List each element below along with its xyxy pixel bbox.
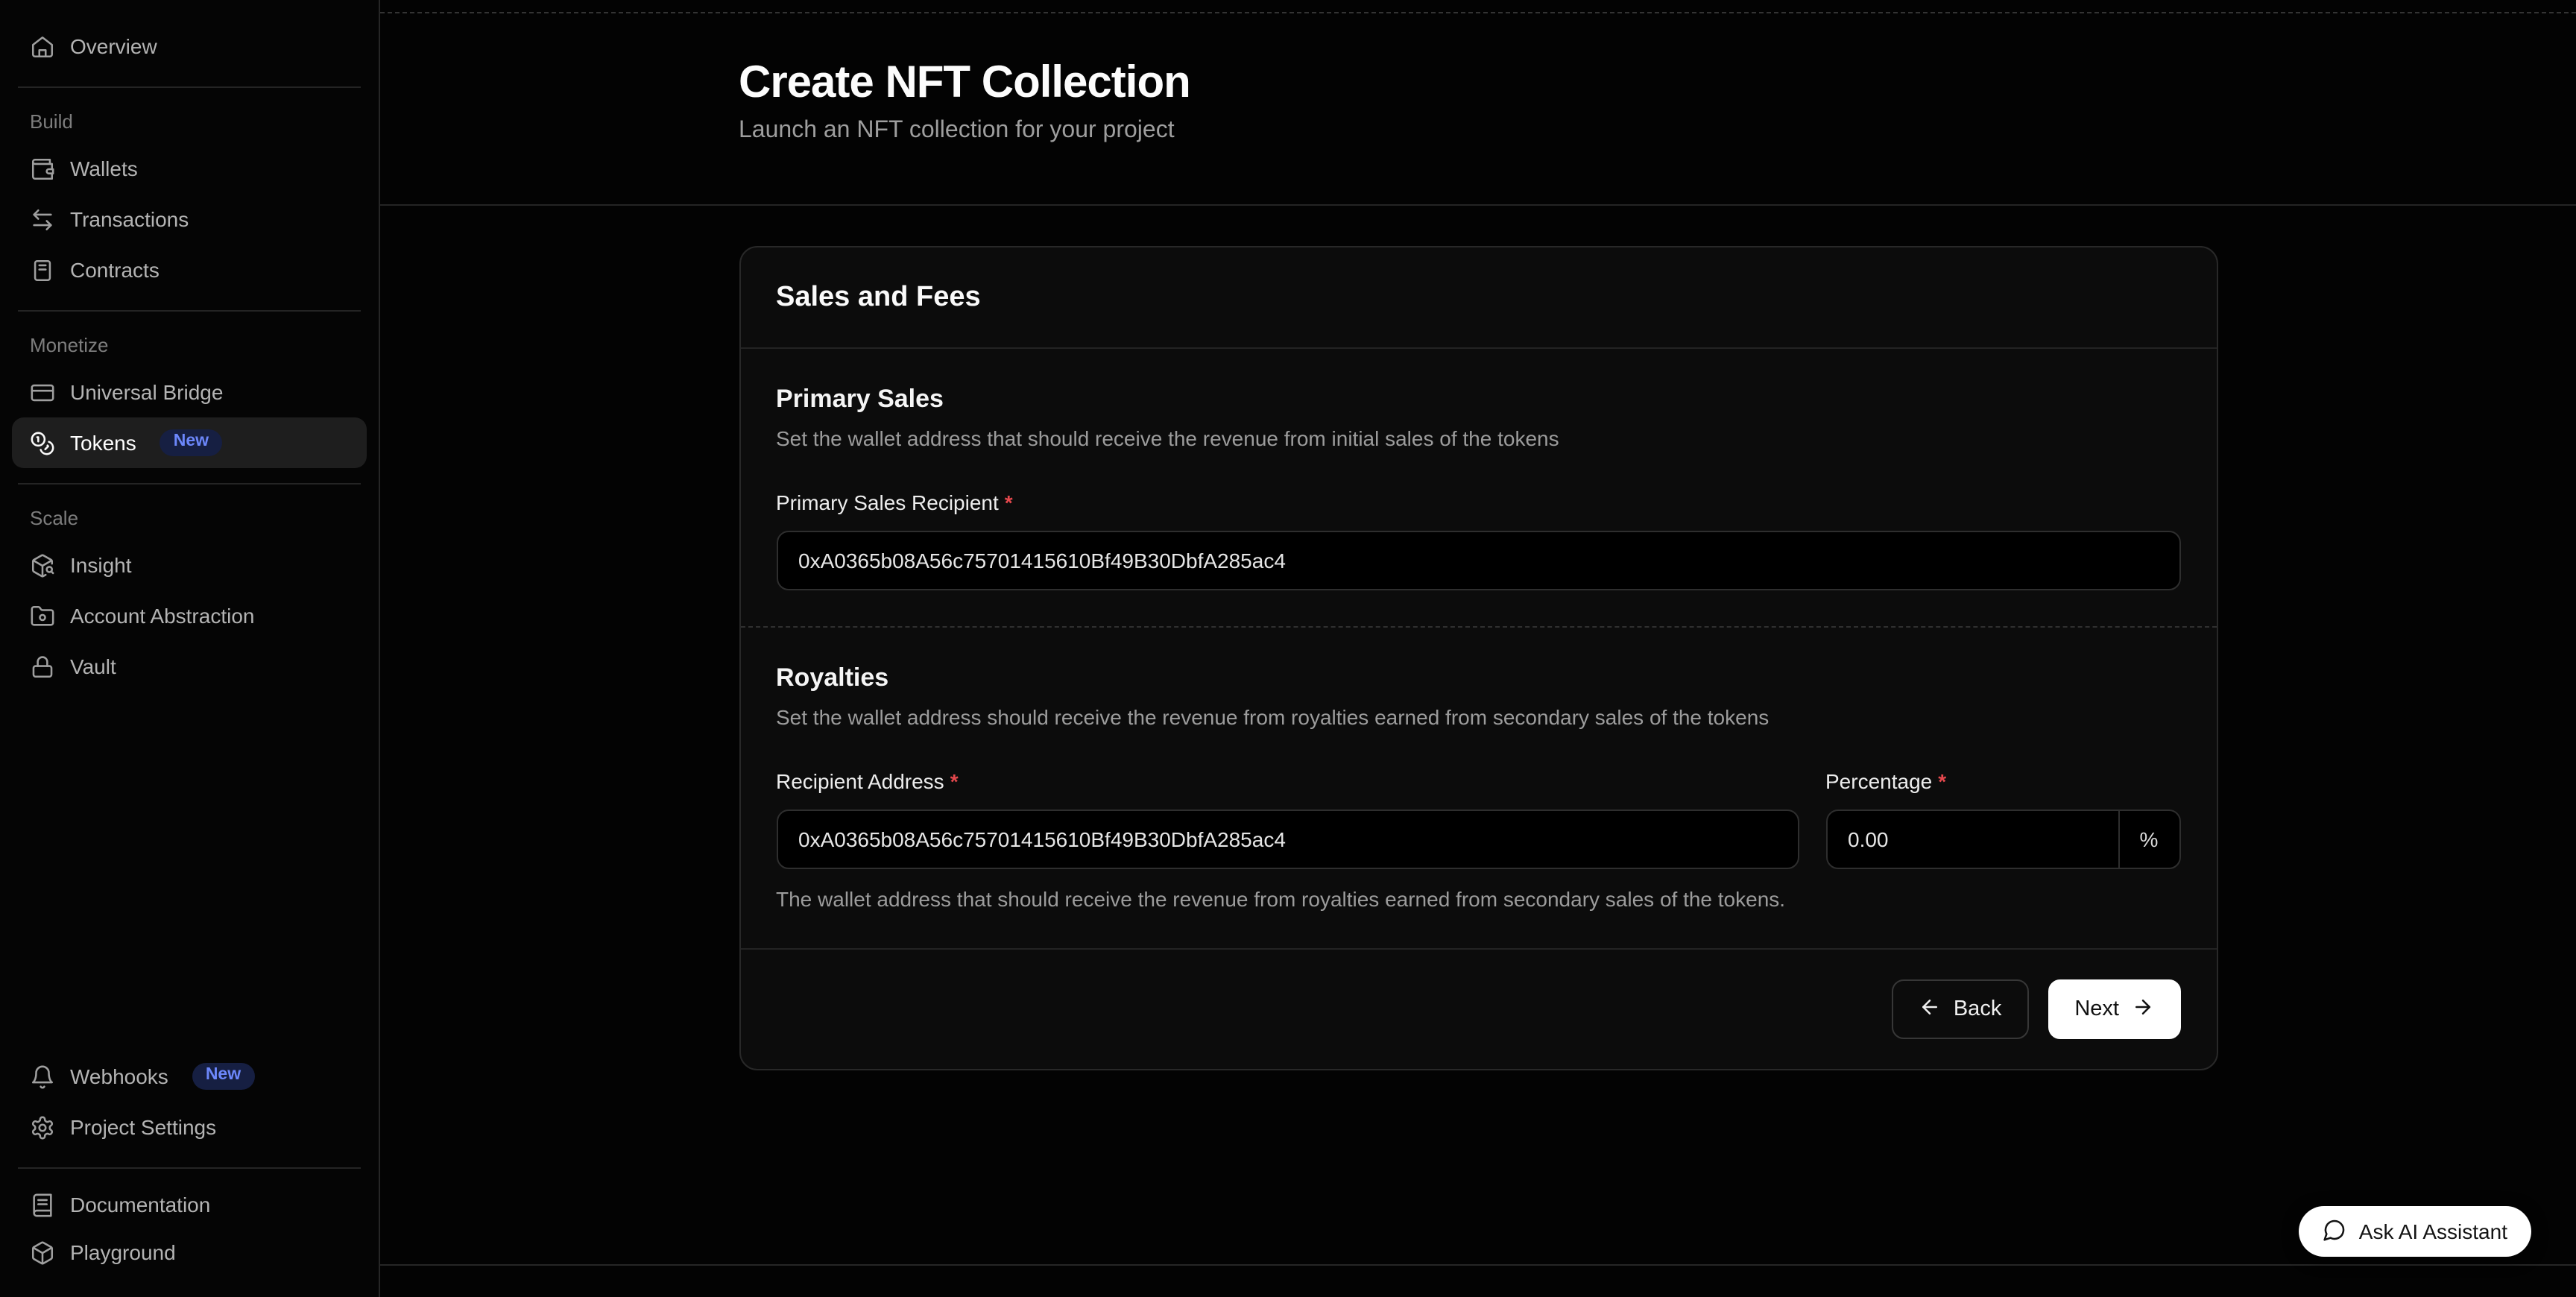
main-content: Create NFT Collection Launch an NFT coll…: [380, 0, 2576, 1297]
sidebar-item-label: Project Settings: [70, 1115, 216, 1139]
sidebar-item-account-abstraction[interactable]: Account Abstraction: [12, 590, 367, 641]
arrow-right-icon: [2131, 996, 2153, 1023]
sidebar-item-overview[interactable]: Overview: [12, 21, 367, 72]
sidebar-item-label: Webhooks: [70, 1064, 168, 1088]
new-badge: New: [192, 1062, 254, 1091]
sidebar-item-label: Universal Bridge: [70, 380, 223, 404]
book-icon: [30, 1192, 55, 1217]
page-header: Create NFT Collection Launch an NFT coll…: [380, 13, 2576, 206]
back-button[interactable]: Back: [1892, 979, 2029, 1039]
transactions-icon: [30, 206, 55, 232]
coins-icon: [30, 430, 55, 455]
sidebar-item-insight[interactable]: Insight: [12, 540, 367, 590]
primary-sales-recipient-input[interactable]: [776, 531, 2180, 590]
royalties-heading: Royalties: [776, 663, 2180, 693]
royalties-percentage-field: %: [1825, 810, 2180, 869]
sidebar-item-project-settings[interactable]: Project Settings: [12, 1102, 367, 1152]
bridge-card-icon: [30, 379, 55, 405]
sidebar-divider: [18, 1167, 361, 1169]
bell-icon: [30, 1064, 55, 1089]
card-footer: Back Next: [740, 948, 2216, 1069]
sidebar-item-label: Insight: [70, 553, 132, 577]
gear-icon: [30, 1114, 55, 1140]
royalties-percentage-input[interactable]: [1827, 811, 2118, 868]
royalties-recipient-label: Recipient Address *: [776, 769, 1799, 795]
sidebar-item-wallets[interactable]: Wallets: [12, 143, 367, 194]
sales-and-fees-card: Sales and Fees Primary Sales Set the wal…: [739, 246, 2217, 1070]
wallet-icon: [30, 156, 55, 181]
sidebar-item-label: Transactions: [70, 207, 189, 231]
arrow-left-icon: [1919, 996, 1942, 1023]
chat-bubble-icon: [2323, 1217, 2347, 1246]
sidebar-divider: [18, 310, 361, 312]
page-subtitle: Launch an NFT collection for your projec…: [739, 115, 2217, 148]
sidebar-section-build: Build: [12, 110, 367, 133]
primary-sales-section: Primary Sales Set the wallet address tha…: [740, 349, 2216, 628]
required-asterisk: *: [1938, 769, 1946, 795]
sidebar-item-playground[interactable]: Playground: [12, 1228, 367, 1276]
percent-suffix: %: [2119, 811, 2179, 868]
sidebar-item-label: Vault: [70, 654, 116, 678]
sidebar-item-label: Documentation: [70, 1193, 210, 1216]
cube-icon: [30, 1240, 55, 1265]
sidebar-item-label: Contracts: [70, 258, 160, 282]
required-asterisk: *: [950, 769, 959, 795]
sidebar-item-documentation[interactable]: Documentation: [12, 1181, 367, 1228]
royalties-description: Set the wallet address should receive th…: [776, 705, 2180, 730]
sidebar-item-label: Playground: [70, 1240, 176, 1264]
sidebar-section-scale: Scale: [12, 507, 367, 529]
royalties-helper-text: The wallet address that should receive t…: [776, 887, 1799, 912]
new-badge: New: [160, 429, 222, 457]
sidebar-spacer: [12, 692, 367, 1051]
sidebar-item-vault[interactable]: Vault: [12, 641, 367, 692]
lock-icon: [30, 654, 55, 679]
sidebar-item-label: Account Abstraction: [70, 604, 255, 628]
sidebar-divider: [18, 483, 361, 485]
home-icon: [30, 34, 55, 59]
sidebar-item-universal-bridge[interactable]: Universal Bridge: [12, 367, 367, 417]
royalties-percentage-label: Percentage *: [1825, 769, 2180, 795]
royalties-section: Royalties Set the wallet address should …: [740, 628, 2216, 948]
page-title: Create NFT Collection: [739, 58, 2217, 109]
sidebar-section-monetize: Monetize: [12, 334, 367, 356]
folder-icon: [30, 603, 55, 628]
contract-icon: [30, 257, 55, 283]
primary-sales-description: Set the wallet address that should recei…: [776, 426, 2180, 452]
sidebar-divider: [18, 86, 361, 88]
sidebar-item-label: Wallets: [70, 157, 138, 180]
sidebar-item-label: Tokens: [70, 431, 136, 455]
app-window: Overview Build Wallets Transactions Cont…: [0, 0, 2576, 1297]
next-button[interactable]: Next: [2048, 979, 2180, 1039]
sidebar-item-tokens[interactable]: Tokens New: [12, 417, 367, 468]
sidebar-item-label: Overview: [70, 34, 157, 58]
content-frame: Create NFT Collection Launch an NFT coll…: [380, 12, 2576, 1266]
sidebar-item-contracts[interactable]: Contracts: [12, 244, 367, 295]
ask-ai-assistant-button[interactable]: Ask AI Assistant: [2299, 1206, 2531, 1257]
package-search-icon: [30, 552, 55, 578]
sidebar-item-transactions[interactable]: Transactions: [12, 194, 367, 244]
required-asterisk: *: [1005, 490, 1013, 516]
royalties-recipient-input[interactable]: [776, 810, 1799, 869]
primary-sales-heading: Primary Sales: [776, 385, 2180, 414]
primary-sales-recipient-label: Primary Sales Recipient *: [776, 490, 2180, 516]
sidebar: Overview Build Wallets Transactions Cont…: [0, 0, 380, 1297]
card-title: Sales and Fees: [776, 277, 2180, 318]
card-header: Sales and Fees: [740, 247, 2216, 349]
sidebar-item-webhooks[interactable]: Webhooks New: [12, 1051, 367, 1102]
